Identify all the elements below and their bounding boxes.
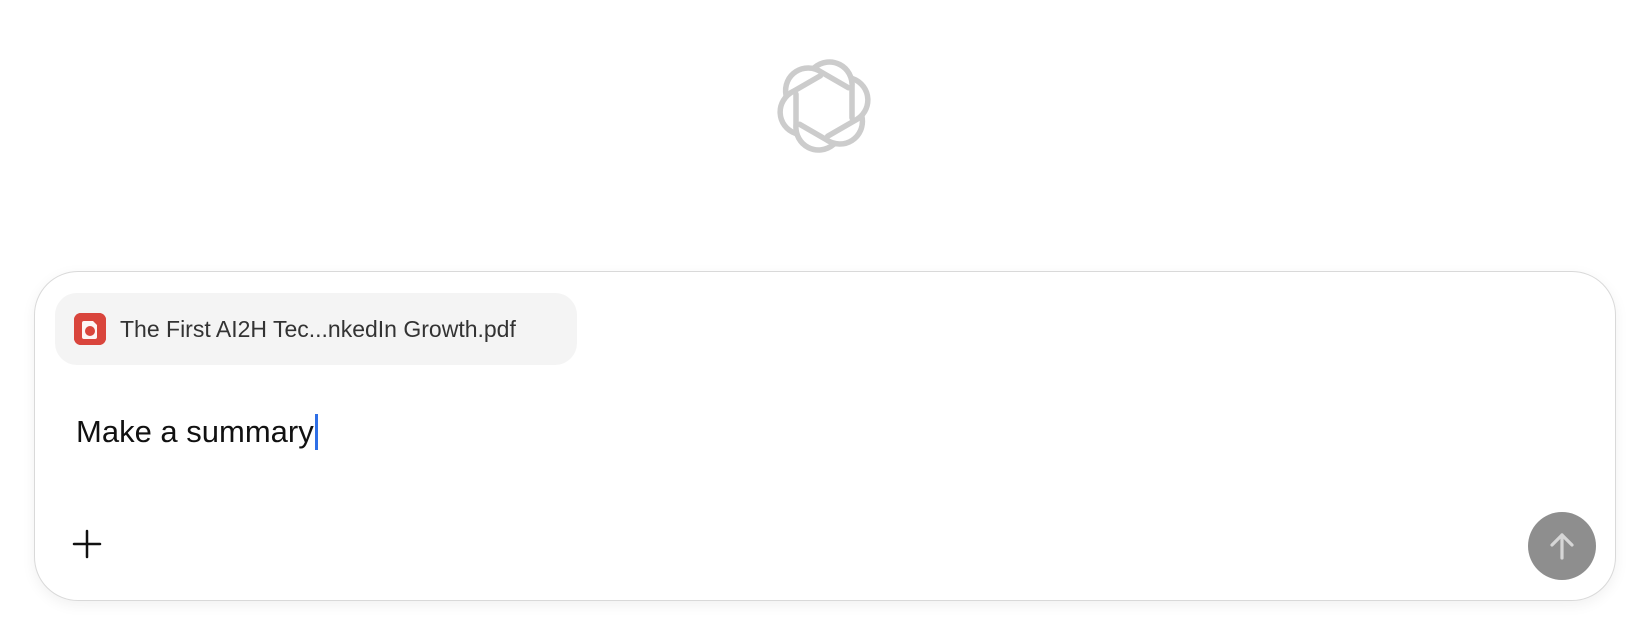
pdf-file-icon xyxy=(74,313,106,345)
message-input[interactable]: Make a summary xyxy=(76,414,318,450)
attachment-file-name: The First AI2H Tec...nkedIn Growth.pdf xyxy=(120,315,516,342)
openai-logo-icon xyxy=(770,52,878,160)
attachment-chip[interactable]: The First AI2H Tec...nkedIn Growth.pdf xyxy=(55,293,577,365)
message-input-value: Make a summary xyxy=(76,414,314,449)
text-caret xyxy=(314,414,318,450)
chat-page: The First AI2H Tec...nkedIn Growth.pdf M… xyxy=(0,0,1652,632)
message-composer[interactable]: The First AI2H Tec...nkedIn Growth.pdf M… xyxy=(34,271,1616,601)
add-attachment-button[interactable] xyxy=(71,528,103,560)
plus-icon xyxy=(72,529,102,559)
arrow-up-icon xyxy=(1550,533,1574,560)
send-button[interactable] xyxy=(1528,512,1596,580)
